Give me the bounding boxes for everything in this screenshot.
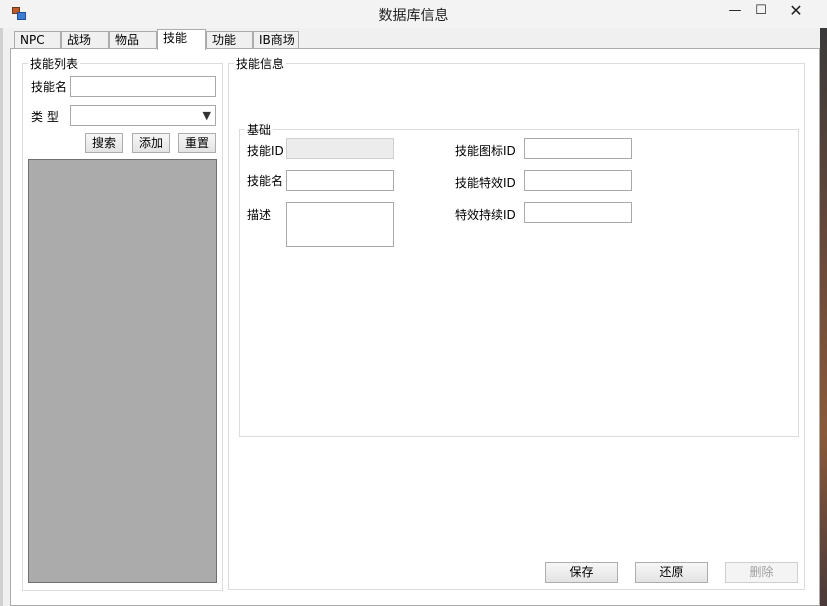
skill-name-label: 技能名	[247, 174, 284, 188]
maximize-button[interactable]: ☐	[746, 0, 776, 24]
tab-npc[interactable]: NPC	[14, 31, 61, 49]
description-textarea[interactable]	[286, 202, 394, 247]
skill-name-field[interactable]	[286, 170, 394, 191]
tab-items[interactable]: 物品	[109, 31, 157, 49]
background-sliver	[820, 28, 827, 606]
effect-id-field[interactable]	[524, 170, 632, 191]
tab-ib-mall[interactable]: IB商场	[253, 31, 299, 49]
window-title: 数据库信息	[378, 8, 449, 24]
skill-name-search-input[interactable]	[70, 76, 216, 97]
tab-battlefield[interactable]: 战场	[61, 31, 109, 49]
skill-id-field	[286, 138, 394, 159]
description-label: 描述	[247, 208, 272, 222]
type-select[interactable]: ▼	[70, 105, 216, 126]
reset-button[interactable]: 重置	[178, 133, 216, 153]
skill-list-group-title: 技能列表	[28, 55, 81, 72]
search-button[interactable]: 搜索	[85, 133, 123, 153]
delete-button: 删除	[725, 562, 798, 583]
effect-id-label: 技能特效ID	[455, 176, 516, 190]
close-button[interactable]: ✕	[777, 0, 815, 24]
skill-listbox[interactable]	[28, 159, 217, 583]
type-label: 类 型	[31, 110, 59, 124]
add-button[interactable]: 添加	[132, 133, 170, 153]
window-edge	[0, 28, 3, 606]
chevron-down-icon: ▼	[202, 109, 211, 122]
skill-id-label: 技能ID	[247, 144, 284, 158]
basic-group-title: 基础	[245, 121, 274, 138]
tab-functions[interactable]: 功能	[206, 31, 253, 49]
skill-name-search-label: 技能名	[31, 80, 68, 94]
effect-duration-id-field[interactable]	[524, 202, 632, 223]
save-button[interactable]: 保存	[545, 562, 618, 583]
restore-button[interactable]: 还原	[635, 562, 708, 583]
icon-id-label: 技能图标ID	[455, 144, 516, 158]
tab-skills[interactable]: 技能	[157, 29, 206, 50]
skill-info-group-title: 技能信息	[234, 55, 287, 72]
effect-duration-id-label: 特效持续ID	[455, 208, 516, 222]
icon-id-field[interactable]	[524, 138, 632, 159]
